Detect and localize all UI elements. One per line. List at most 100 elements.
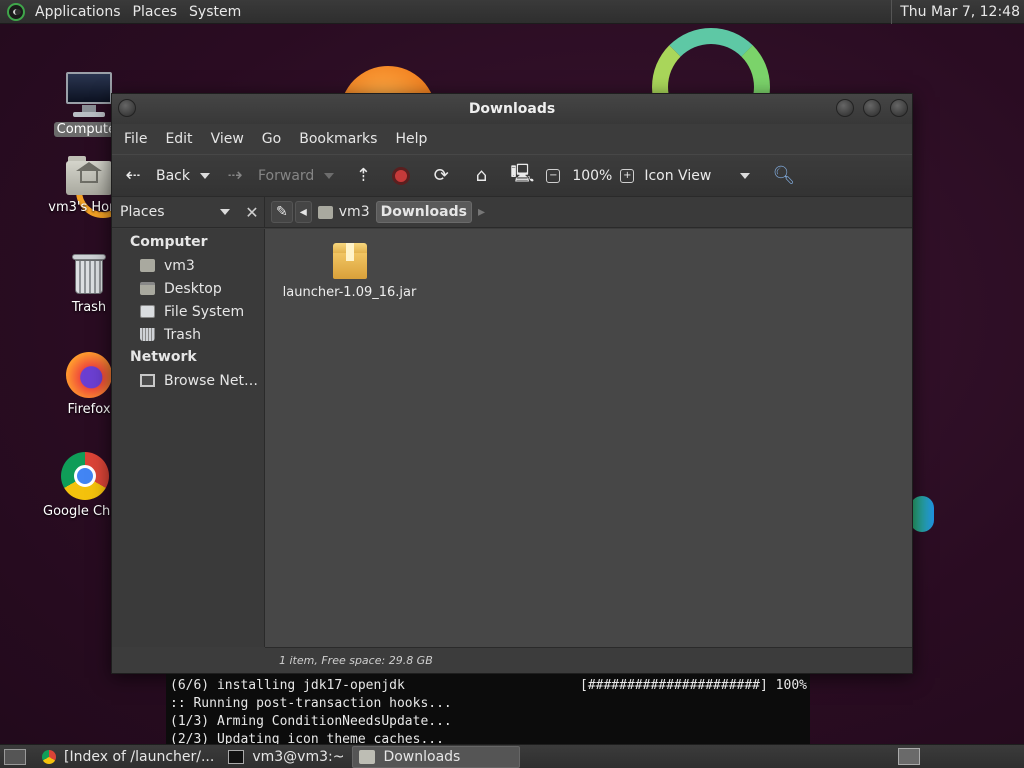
zoom-out-button[interactable]: −	[546, 168, 564, 183]
path-scroll-right-button[interactable]: ▸	[474, 201, 489, 223]
arrow-right-icon: ⇢	[227, 165, 243, 186]
sidebar-header: Places ✕	[112, 197, 265, 227]
folder-icon	[359, 749, 376, 764]
forward-button[interactable]: ⇢ Forward	[224, 165, 314, 186]
home-button[interactable]: ⌂	[470, 165, 492, 186]
sidebar-section-computer: Computer	[130, 234, 208, 250]
chevron-down-icon	[220, 209, 230, 215]
computer-icon: 🖳	[510, 162, 535, 184]
chevron-right-icon: ▸	[477, 204, 485, 220]
sidebar-item-desktop[interactable]: Desktop	[112, 277, 264, 300]
path-segment-label: Downloads	[380, 204, 467, 220]
home-folder-icon	[66, 156, 112, 196]
zoom-in-button[interactable]: +	[620, 168, 638, 183]
sidebar-item-file-system[interactable]: File System	[112, 300, 264, 323]
back-label: Back	[156, 167, 190, 184]
view-mode-select[interactable]: Icon View	[644, 168, 751, 184]
desktop-folder-icon	[140, 282, 155, 295]
stop-button[interactable]	[392, 166, 411, 185]
chrome-icon	[61, 452, 109, 500]
menu-file[interactable]: File	[118, 131, 153, 147]
chevron-left-icon: ◂	[299, 204, 307, 220]
menu-edit[interactable]: Edit	[159, 131, 198, 147]
search-button[interactable]: 🔍︎	[772, 165, 796, 186]
maximize-button[interactable]	[863, 99, 881, 117]
package-icon	[332, 243, 367, 279]
chrome-icon	[42, 749, 56, 764]
terminal-line: (1/3) Arming ConditionNeedsUpdate...	[170, 714, 452, 729]
top-panel: Applications Places System Thu Mar 7, 12…	[0, 0, 1024, 24]
show-desktop-button[interactable]	[4, 748, 26, 765]
arrow-left-icon: ⇠	[125, 165, 141, 186]
file-name: launcher-1.09_16.jar	[282, 285, 417, 300]
window-titlebar[interactable]: Downloads	[112, 94, 912, 124]
window-menu-button[interactable]	[118, 99, 136, 117]
zoom-level: 100%	[572, 167, 613, 184]
stop-icon	[392, 166, 411, 185]
menu-bookmarks[interactable]: Bookmarks	[293, 131, 383, 147]
toggle-location-entry-button[interactable]: ✎	[271, 201, 293, 223]
menu-system[interactable]: System	[183, 0, 247, 24]
path-segment-label: vm3	[338, 204, 370, 220]
desktop-icon-label: Trash	[71, 300, 107, 315]
network-icon	[140, 374, 155, 387]
path-segment-downloads[interactable]: Downloads	[375, 201, 472, 223]
clock[interactable]: Thu Mar 7, 12:48	[891, 0, 1024, 24]
path-scroll-left-button[interactable]: ◂	[294, 201, 312, 223]
wallpaper-blue-shape	[910, 496, 934, 532]
forward-history-dropdown[interactable]	[324, 172, 335, 179]
file-view[interactable]: launcher-1.09_16.jar	[265, 229, 912, 647]
terminal-window[interactable]: (6/6) installing jdk17-openjdk [#########…	[166, 674, 810, 744]
sidebar-item-browse-network[interactable]: Browse Net…	[112, 369, 264, 392]
search-icon: 🔍︎	[772, 165, 796, 186]
trash-icon	[140, 328, 155, 341]
sidebar-item-label: Trash	[164, 326, 201, 343]
reload-button[interactable]: ⟳	[430, 165, 452, 186]
taskbar-item-label: Downloads	[383, 748, 461, 765]
menu-view[interactable]: View	[205, 131, 250, 147]
sidebar-item-vm3[interactable]: vm3	[112, 254, 264, 277]
firefox-icon	[66, 352, 112, 398]
close-button[interactable]	[890, 99, 908, 117]
taskbar-item-terminal[interactable]: vm3@vm3:~	[222, 746, 350, 768]
terminal-line: (2/3) Updating icon theme caches...	[170, 732, 444, 744]
sidebar-item-label: vm3	[164, 257, 195, 274]
distro-logo-icon[interactable]	[7, 2, 25, 21]
terminal-line: :: Running post-transaction hooks...	[170, 696, 452, 711]
terminal-line: (6/6) installing jdk17-openjdk [#########…	[170, 678, 810, 696]
drive-icon	[140, 305, 155, 318]
terminal-icon	[228, 749, 245, 764]
sidebar-item-label: File System	[164, 303, 245, 320]
computer-button[interactable]: 🖳	[510, 161, 535, 191]
close-sidebar-button[interactable]: ✕	[240, 203, 264, 222]
sidebar-type-value: Places	[120, 204, 165, 220]
terminal-progress: [######################] 100%	[580, 678, 807, 693]
home-folder-icon	[317, 205, 333, 219]
menu-help[interactable]: Help	[389, 131, 433, 147]
toolbar: ⇠ Back ⇢ Forward ⇡ ⟳ ⌂ 🖳 − 100% + Icon V…	[112, 154, 912, 197]
pathbar: ✎ ◂ vm3 Downloads ▸	[265, 197, 912, 227]
chevron-down-icon	[740, 172, 751, 179]
forward-label: Forward	[258, 167, 315, 184]
back-button[interactable]: ⇠ Back	[122, 165, 190, 186]
menubar: File Edit View Go Bookmarks Help	[112, 124, 912, 154]
menu-go[interactable]: Go	[256, 131, 287, 147]
menu-applications[interactable]: Applications	[29, 0, 127, 24]
up-button[interactable]: ⇡	[352, 165, 374, 186]
back-history-dropdown[interactable]	[200, 172, 210, 179]
file-item[interactable]: launcher-1.09_16.jar	[277, 243, 422, 300]
workspace-switcher[interactable]	[898, 748, 920, 765]
sidebar-item-trash[interactable]: Trash	[112, 323, 264, 346]
sidebar-type-select[interactable]: Places	[120, 204, 240, 220]
desktop-icon-label: Firefox	[67, 402, 111, 417]
sidebar-item-label: Desktop	[164, 280, 222, 297]
zoom-in-icon: +	[620, 168, 635, 183]
minimize-button[interactable]	[836, 99, 854, 117]
home-folder-icon	[140, 259, 155, 272]
terminal-line-text: (6/6) installing jdk17-openjdk	[170, 678, 405, 693]
taskbar-item-browser[interactable]: [Index of /launcher/...	[36, 746, 220, 768]
path-segment-vm3[interactable]: vm3	[314, 201, 374, 223]
chevron-down-icon	[324, 172, 335, 179]
taskbar-item-downloads[interactable]: Downloads	[352, 745, 521, 768]
menu-places[interactable]: Places	[127, 0, 184, 24]
